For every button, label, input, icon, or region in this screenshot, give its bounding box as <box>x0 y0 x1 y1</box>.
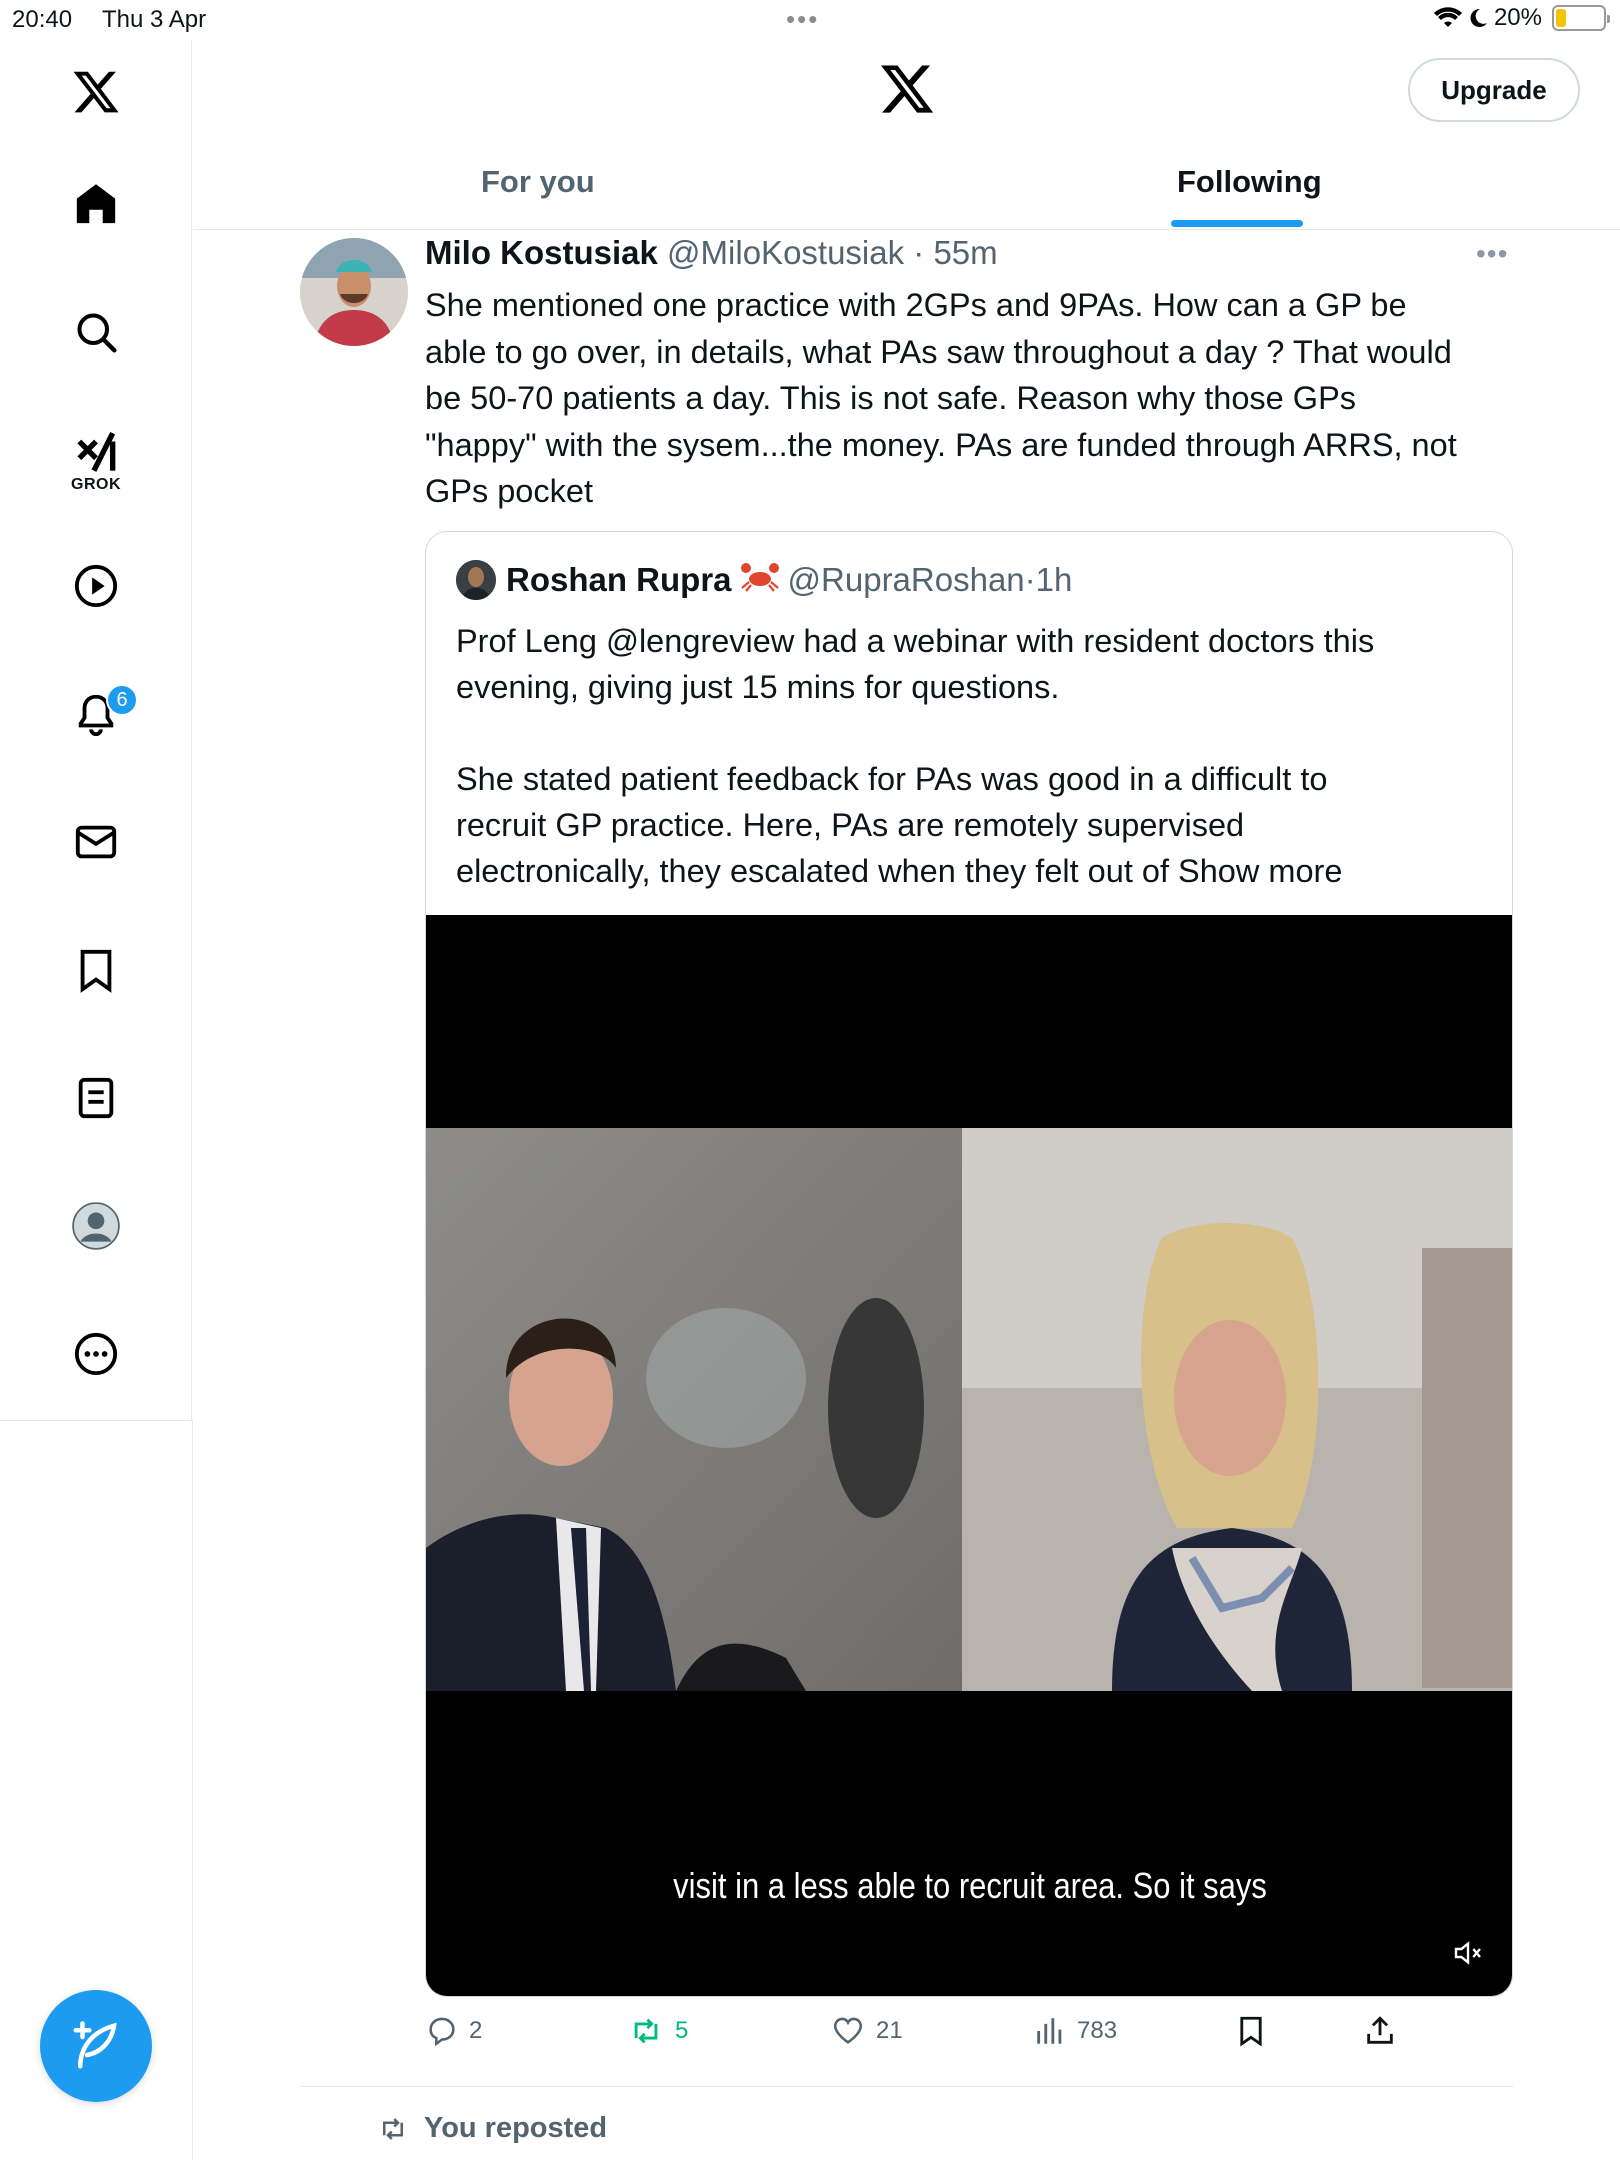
home-icon[interactable] <box>66 174 126 234</box>
list-icon[interactable] <box>66 1068 126 1128</box>
video-caption: visit in a less able to recruit area. So… <box>673 1865 1267 1906</box>
quoted-text-line: evening, giving just 15 mins for questio… <box>456 669 1060 705</box>
mute-icon[interactable] <box>1452 1937 1484 1969</box>
video-right-panel <box>962 1128 1512 1691</box>
header-x-logo-icon[interactable] <box>878 60 936 118</box>
sidebar-divider <box>0 1420 192 1421</box>
notification-badge: 6 <box>106 684 138 716</box>
search-icon[interactable] <box>66 302 126 362</box>
reply-button[interactable]: 2 <box>425 2014 482 2048</box>
quoted-author-avatar[interactable] <box>456 560 496 600</box>
show-more-link[interactable]: Show more <box>1178 853 1342 889</box>
multitasking-dots-icon[interactable]: ••• <box>786 4 819 35</box>
play-icon[interactable] <box>66 556 126 616</box>
status-bar: 20:40 Thu 3 Apr ••• 20% <box>0 0 1620 40</box>
quoted-text-line: recruit GP practice. Here, PAs are remot… <box>456 807 1245 843</box>
share-button[interactable] <box>1363 2014 1397 2048</box>
repost-icon <box>634 2018 658 2044</box>
x-logo-icon[interactable] <box>66 62 126 122</box>
quoted-text-line: Prof Leng @lengreview had a webinar with… <box>456 623 1375 659</box>
reply-count: 2 <box>469 2017 483 2044</box>
compose-icon <box>73 2021 117 2069</box>
more-icon[interactable] <box>66 1324 126 1384</box>
tweet-text-line: "happy" with the sysem...the money. PAs … <box>425 426 1457 463</box>
crab-emoji-icon <box>740 560 780 600</box>
share-icon <box>1367 2016 1393 2044</box>
upgrade-button[interactable]: Upgrade <box>1408 58 1580 122</box>
status-date: Thu 3 Apr <box>102 6 207 33</box>
grok-icon[interactable] <box>66 424 126 484</box>
battery-icon <box>1552 5 1610 31</box>
profile-icon[interactable] <box>66 1196 126 1256</box>
tweet-text-line: be 50-70 patients a day. This is not saf… <box>425 380 1356 416</box>
quoted-tweet[interactable]: Roshan Rupra @RupraRoshan · 1h Prof Leng… <box>425 531 1513 1997</box>
tweet-text-line: GPs pocket <box>425 473 593 509</box>
like-count: 21 <box>876 2017 903 2044</box>
views-icon <box>1037 2018 1062 2044</box>
like-button[interactable]: 21 <box>830 2014 903 2048</box>
tab-following[interactable]: Following <box>1177 164 1322 200</box>
repost-small-icon <box>383 2117 403 2140</box>
tweet-text-line: able to go over, in details, what PAs sa… <box>425 333 1452 370</box>
bookmark-icon[interactable] <box>66 940 126 1000</box>
compose-button[interactable] <box>40 1990 152 2102</box>
mail-icon[interactable] <box>66 812 126 872</box>
separator-dot: · <box>904 234 934 271</box>
reply-icon <box>429 2017 455 2047</box>
bookmark-button[interactable] <box>1234 2014 1268 2048</box>
battery-percent: 20% <box>1493 4 1542 31</box>
quoted-text-line: She stated patient feedback for PAs was … <box>456 761 1328 797</box>
video-player[interactable]: visit in a less able to recruit area. So… <box>426 915 1512 1996</box>
quoted-author-name[interactable]: Roshan Rupra <box>506 561 732 599</box>
tweet-author-handle[interactable]: @MiloKostusiak <box>667 234 904 271</box>
timeline-tabs: For you Following <box>193 150 1620 230</box>
repost-button[interactable]: 5 <box>627 2014 688 2048</box>
wifi-icon <box>1433 7 1462 28</box>
bookmark-action-icon <box>1240 2016 1262 2047</box>
tab-for-you[interactable]: For you <box>481 164 595 200</box>
sidebar: GROK <box>0 40 192 1420</box>
sidebar-border <box>192 1420 193 2160</box>
tweet-text: She mentioned one practice with 2GPs and… <box>425 282 1525 515</box>
grok-label: GROK <box>71 476 121 493</box>
reposted-indicator[interactable]: You reposted <box>376 2112 607 2145</box>
reposted-label: You reposted <box>424 2112 608 2144</box>
tweet-divider <box>300 2086 1513 2087</box>
quoted-text-line <box>456 710 1486 756</box>
video-left-panel <box>426 1128 962 1691</box>
quoted-tweet-text: Prof Leng @lengreview had a webinar with… <box>456 618 1486 894</box>
separator-dot: · <box>1024 561 1036 598</box>
views-button[interactable]: 783 <box>1033 2014 1117 2048</box>
tweet-actions: 2 5 21 783 <box>425 2014 1525 2064</box>
moon-icon <box>1470 8 1487 27</box>
tweet-author-avatar[interactable] <box>300 238 408 346</box>
tweet-header: Milo Kostusiak @MiloKostusiak · 55m <box>425 234 998 272</box>
tweet-time[interactable]: 55m <box>933 234 997 271</box>
quoted-tweet-time[interactable]: 1h <box>1036 561 1073 599</box>
quoted-text-last-line: electronically, they escalated when they… <box>456 848 1486 894</box>
heart-icon <box>833 2017 863 2044</box>
quoted-text-line: electronically, they escalated when they… <box>456 853 1170 889</box>
tweet-text-line: She mentioned one practice with 2GPs and… <box>425 287 1407 323</box>
views-count: 783 <box>1077 2017 1118 2044</box>
status-time: 20:40 <box>12 6 73 33</box>
quoted-tweet-header: Roshan Rupra @RupraRoshan · 1h <box>456 560 1072 600</box>
status-right: 20% <box>1433 4 1610 32</box>
quoted-author-handle[interactable]: @RupraRoshan <box>788 561 1025 599</box>
video-frame <box>426 1128 1512 1691</box>
active-tab-indicator <box>1171 220 1303 227</box>
tweet-author-name[interactable]: Milo Kostusiak <box>425 234 658 271</box>
tweet-more-icon[interactable]: ••• <box>1476 238 1508 270</box>
repost-count: 5 <box>675 2017 689 2044</box>
